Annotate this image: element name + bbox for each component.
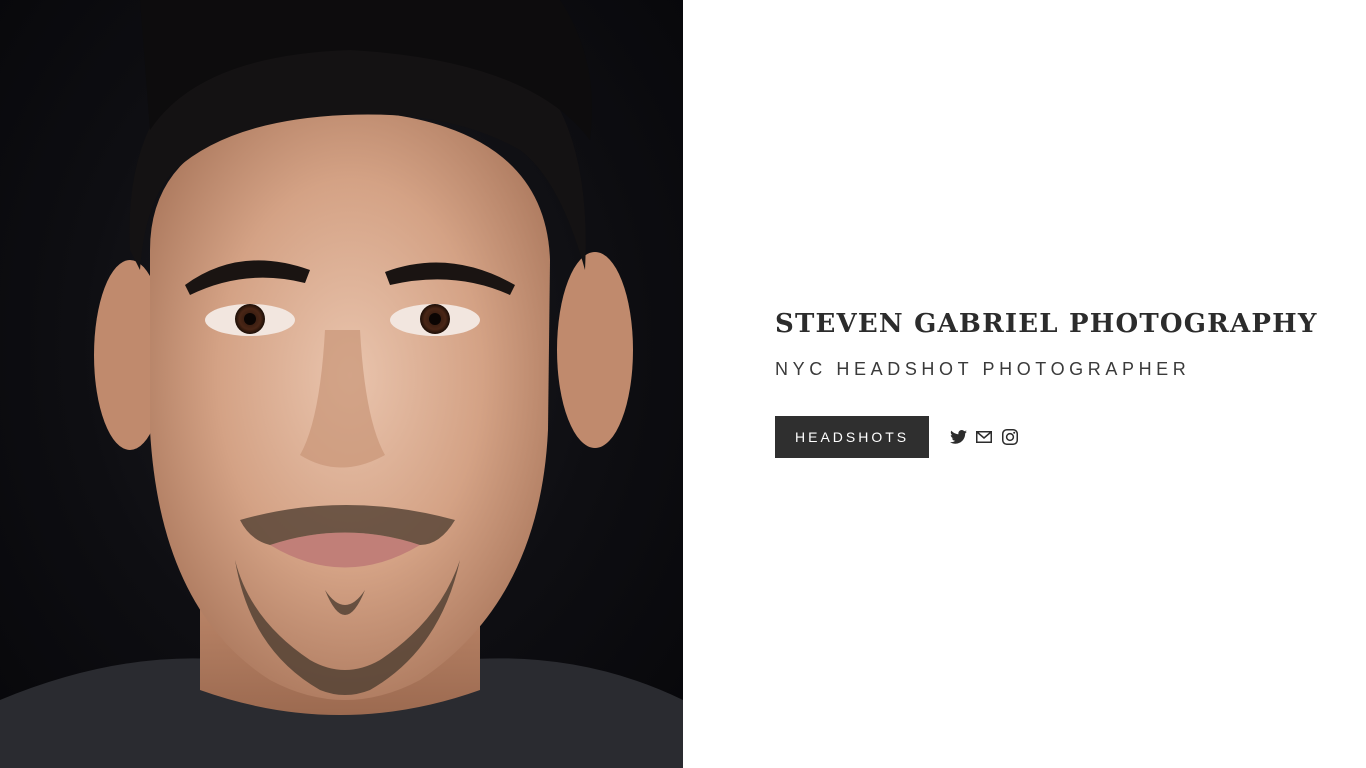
instagram-link[interactable] <box>1001 428 1019 446</box>
twitter-link[interactable] <box>949 428 967 446</box>
hero-portrait-image <box>0 0 683 768</box>
email-icon <box>976 431 993 443</box>
site-title: STEVEN GABRIEL PHOTOGRAPHY <box>775 309 1318 339</box>
actions-row: HEADSHOTS <box>775 416 1335 458</box>
twitter-icon <box>949 430 967 444</box>
site-subtitle: NYC HEADSHOT PHOTOGRAPHER <box>775 359 1191 379</box>
intro-block: STEVEN GABRIEL PHOTOGRAPHY NYC HEADSHOT … <box>775 308 1335 458</box>
page: STEVEN GABRIEL PHOTOGRAPHY NYC HEADSHOT … <box>0 0 1366 768</box>
content-panel: STEVEN GABRIEL PHOTOGRAPHY NYC HEADSHOT … <box>683 0 1366 768</box>
social-links <box>949 428 1019 446</box>
instagram-icon <box>1002 429 1019 445</box>
headshots-button[interactable]: HEADSHOTS <box>775 416 930 458</box>
email-link[interactable] <box>975 428 993 446</box>
